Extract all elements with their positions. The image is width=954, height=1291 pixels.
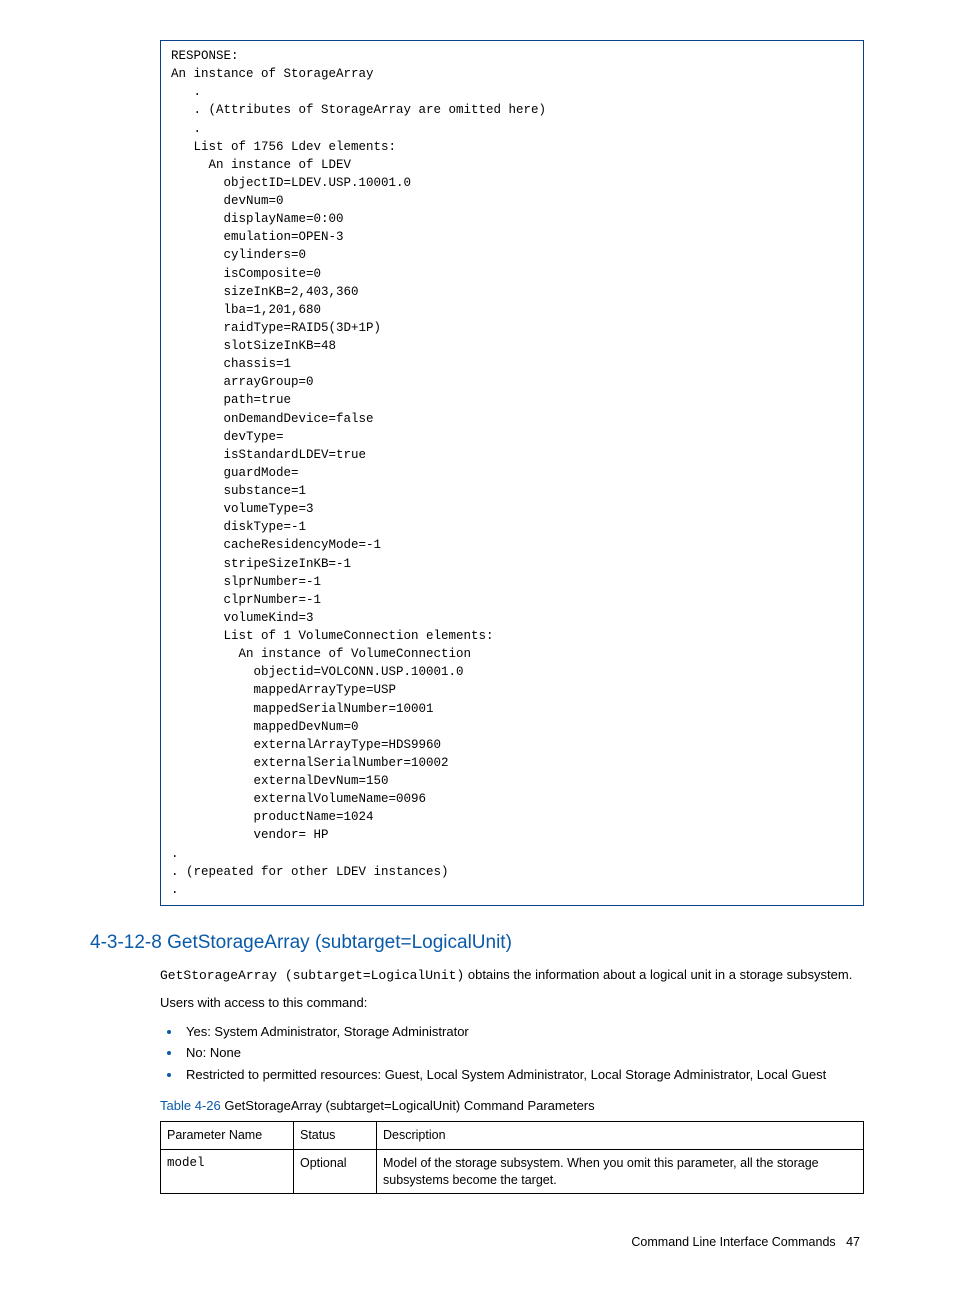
access-bullet-list: Yes: System Administrator, Storage Admin…: [160, 1022, 864, 1084]
intro-rest: obtains the information about a logical …: [464, 967, 852, 982]
intro-paragraph: GetStorageArray (subtarget=LogicalUnit) …: [160, 966, 864, 985]
table-header-row: Parameter Name Status Description: [161, 1121, 864, 1149]
table-caption-lead: Table 4-26: [160, 1098, 221, 1113]
param-status-cell: Optional: [294, 1149, 377, 1194]
col-header-param: Parameter Name: [161, 1121, 294, 1149]
col-header-desc: Description: [377, 1121, 864, 1149]
parameters-table: Parameter Name Status Description model …: [160, 1121, 864, 1195]
access-label: Users with access to this command:: [160, 994, 864, 1012]
table-row: model Optional Model of the storage subs…: [161, 1149, 864, 1194]
page-footer: Command Line Interface Commands 47: [90, 1234, 864, 1251]
intro-mono: GetStorageArray (subtarget=LogicalUnit): [160, 968, 464, 983]
section-heading: 4-3-12-8 GetStorageArray (subtarget=Logi…: [90, 930, 864, 956]
footer-page: 47: [846, 1235, 860, 1249]
list-item: Restricted to permitted resources: Guest…: [182, 1065, 864, 1084]
footer-label: Command Line Interface Commands: [631, 1235, 835, 1249]
param-name-cell: model: [161, 1149, 294, 1194]
param-desc-cell: Model of the storage subsystem. When you…: [377, 1149, 864, 1194]
list-item: No: None: [182, 1043, 864, 1062]
table-caption-rest: GetStorageArray (subtarget=LogicalUnit) …: [221, 1098, 595, 1113]
response-code-block: RESPONSE: An instance of StorageArray . …: [160, 40, 864, 906]
code-text: RESPONSE: An instance of StorageArray . …: [171, 49, 546, 897]
col-header-status: Status: [294, 1121, 377, 1149]
table-caption: Table 4-26 GetStorageArray (subtarget=Lo…: [160, 1097, 864, 1115]
list-item: Yes: System Administrator, Storage Admin…: [182, 1022, 864, 1041]
